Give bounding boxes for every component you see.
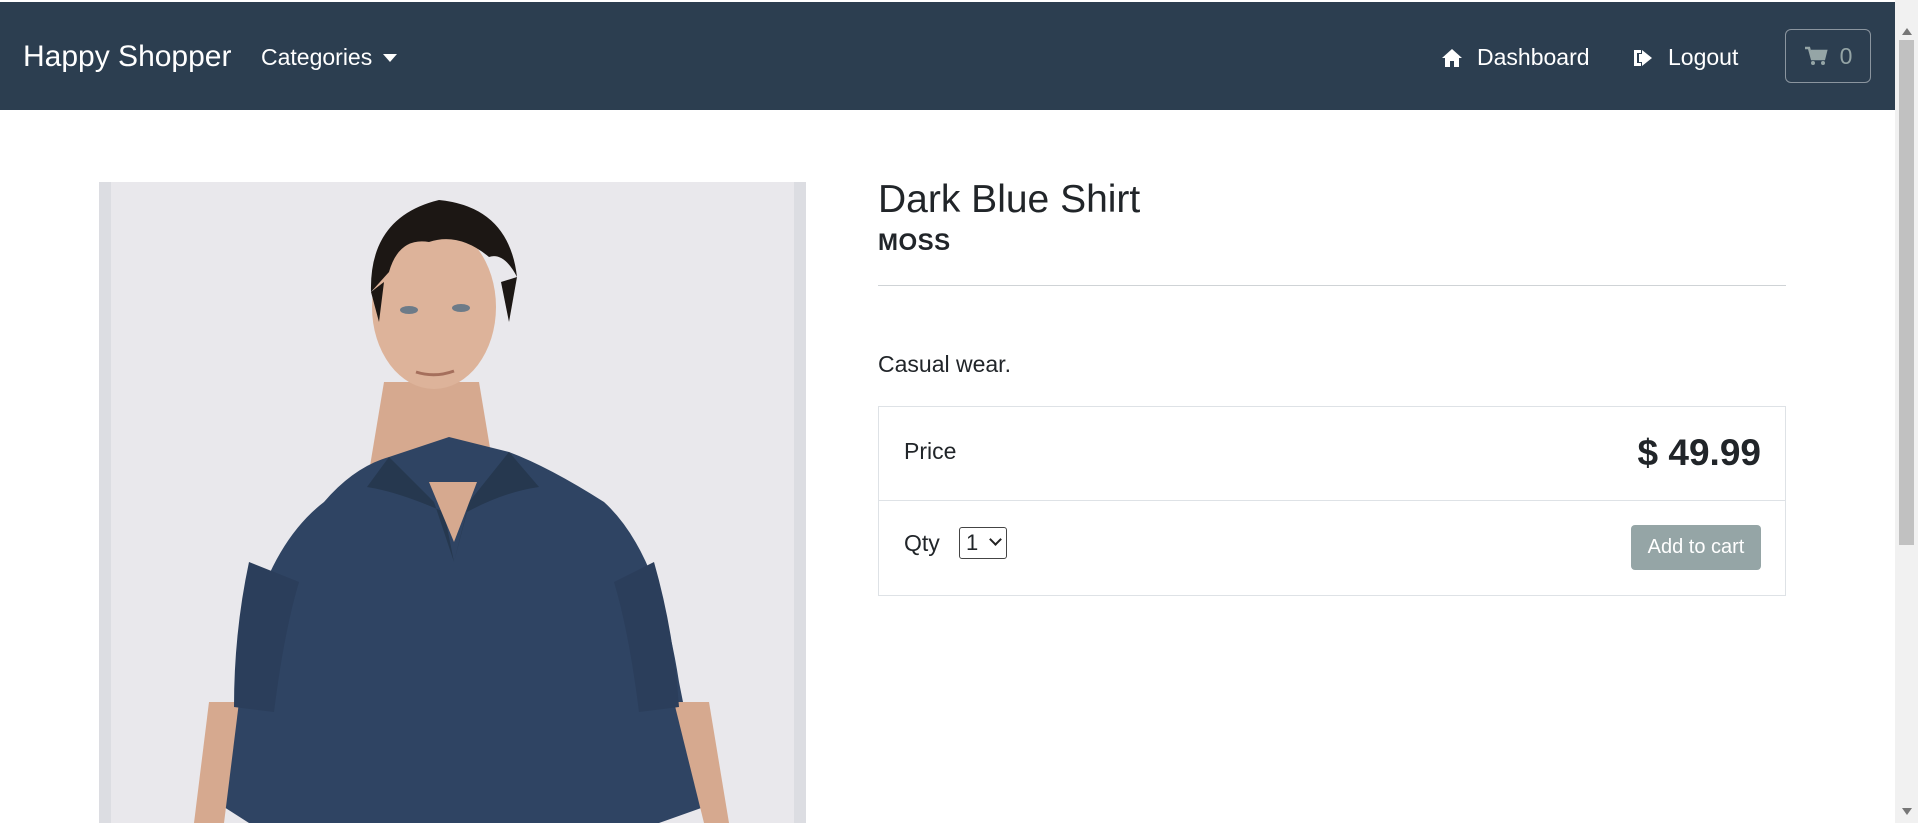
caret-down-icon	[383, 53, 398, 62]
logout-icon	[1634, 49, 1652, 66]
cart-count: 0	[1839, 42, 1853, 69]
qty-select[interactable]: 1	[959, 527, 1007, 559]
home-icon	[1442, 48, 1462, 67]
product-image	[99, 182, 806, 823]
scrollbar-thumb[interactable]	[1899, 40, 1914, 545]
product-brand: MOSS	[878, 229, 951, 256]
add-to-cart-button[interactable]: Add to cart	[1631, 525, 1761, 570]
price-value: $ 49.99	[1637, 432, 1761, 473]
dashboard-label: Dashboard	[1477, 44, 1590, 70]
scroll-down-arrow-icon[interactable]	[1902, 808, 1912, 815]
purchase-panel: Price $ 49.99 Qty 1 Add to cart	[878, 406, 1786, 596]
product-description: Casual wear.	[878, 351, 1011, 377]
dashboard-link[interactable]: Dashboard	[1441, 44, 1590, 71]
brand-link[interactable]: Happy Shopper	[23, 40, 231, 74]
top-navbar: Happy Shopper Categories Dashboard Logou…	[0, 2, 1895, 110]
qty-selected-value: 1	[966, 530, 979, 555]
cart-icon	[1804, 46, 1828, 65]
categories-dropdown[interactable]: Categories	[261, 44, 398, 71]
panel-divider	[879, 500, 1785, 501]
categories-label: Categories	[261, 44, 373, 70]
vertical-scrollbar[interactable]	[1895, 0, 1918, 823]
cart-button[interactable]: 0	[1785, 29, 1871, 83]
logout-link[interactable]: Logout	[1632, 44, 1738, 71]
product-title: Dark Blue Shirt	[878, 178, 1141, 221]
chevron-down-icon	[989, 533, 1002, 546]
price-label: Price	[904, 438, 957, 464]
image-border-left	[99, 182, 111, 823]
qty-label: Qty	[904, 530, 940, 556]
divider	[878, 285, 1786, 286]
image-border-right	[794, 182, 806, 823]
model-photo	[194, 200, 729, 823]
logout-label: Logout	[1668, 44, 1739, 70]
scroll-up-arrow-icon[interactable]	[1902, 28, 1912, 35]
